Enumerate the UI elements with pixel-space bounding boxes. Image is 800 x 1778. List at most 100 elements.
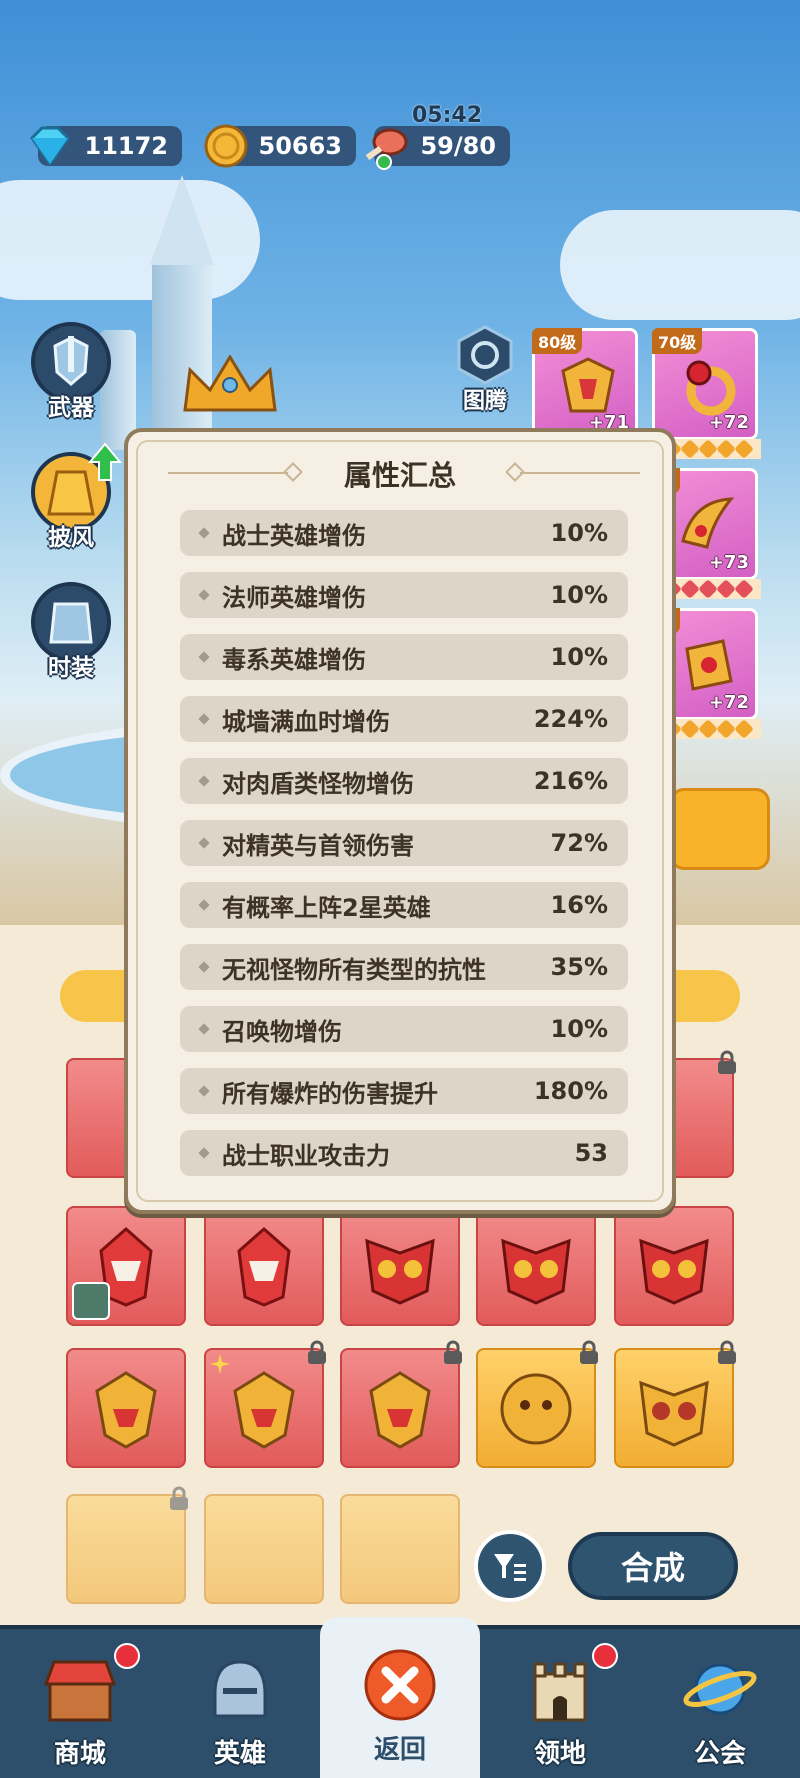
attribute-name: 对肉盾类怪物增伤 [222, 769, 414, 798]
nav-guild[interactable]: 公会 [640, 1629, 800, 1778]
bullet-icon [198, 713, 210, 725]
filter-button[interactable] [474, 1530, 546, 1602]
attribute-summary-dialog: 属性汇总 战士英雄增伤 10% 法师英雄增伤 10% 毒系英雄增伤 10% 城墙满血时… [124, 428, 676, 1214]
attribute-name: 战士职业攻击力 [222, 1141, 390, 1170]
owl-mask-icon [639, 1238, 709, 1305]
attribute-value: 10% [550, 643, 608, 671]
relic-tile[interactable] [340, 1340, 462, 1468]
attribute-name: 法师英雄增伤 [222, 583, 366, 612]
equipment-card[interactable]: 70级 +72 [652, 328, 761, 459]
attribute-value: 72% [550, 829, 608, 857]
relic-tile[interactable] [340, 1494, 460, 1604]
lion-mask-icon [500, 1373, 572, 1445]
attribute-name: 有概率上阵2星英雄 [222, 893, 431, 922]
relic-tile[interactable] [340, 1206, 460, 1326]
filter-icon [494, 1554, 526, 1581]
helmet-icon [198, 1647, 282, 1731]
relic-tile[interactable] [476, 1340, 598, 1468]
relic-tile[interactable] [66, 1348, 186, 1468]
cloud [0, 180, 260, 300]
cloud [560, 210, 800, 320]
attribute-value: 224% [533, 705, 608, 733]
attribute-row: 战士英雄增伤 10% [180, 510, 628, 556]
horn-icon [681, 497, 735, 549]
diamond-counter: 11172 [30, 126, 182, 167]
attribute-row: 毒系英雄增伤 10% [180, 634, 628, 680]
nav-heroes[interactable]: 英雄 [160, 1629, 320, 1778]
relic-tile[interactable] [204, 1494, 324, 1604]
side-button-costume[interactable]: 时装 [26, 582, 116, 682]
close-icon [358, 1643, 442, 1727]
relic-tile[interactable] [614, 1206, 734, 1326]
relic-tile[interactable] [476, 1206, 596, 1326]
merge-button[interactable]: 合成 [568, 1532, 738, 1600]
star-icon [210, 1354, 230, 1374]
side-button-label: 武器 [48, 395, 94, 421]
attribute-value: 53 [574, 1139, 608, 1167]
diamond-icon [30, 126, 70, 167]
nav-label: 商城 [53, 1739, 106, 1769]
dragon-mask-icon [233, 1371, 295, 1449]
relic-tile[interactable] [66, 1206, 186, 1326]
attribute-value: 216% [533, 767, 608, 795]
bottom-nav: 商城 英雄 返回 领地 公会 [0, 1617, 800, 1778]
owl-mask-icon [501, 1238, 571, 1305]
phoenix-mask-icon [237, 1227, 291, 1307]
relic-tile[interactable] [66, 1486, 188, 1604]
notification-badge [592, 1643, 618, 1669]
lock-icon [718, 1340, 736, 1364]
equipment-plus: +72 [708, 412, 749, 433]
owl-mask-icon [365, 1238, 435, 1305]
bullet-icon [198, 651, 210, 663]
relic-tile[interactable] [614, 1340, 736, 1468]
bullet-icon [198, 961, 210, 973]
dragon-mask-icon [95, 1371, 157, 1449]
relic-tile[interactable] [204, 1206, 324, 1326]
attribute-row: 召唤物增伤 10% [180, 1006, 628, 1052]
side-button-cloak[interactable]: 披风 [26, 442, 122, 552]
nav-label: 返回 [373, 1735, 426, 1765]
lock-icon [170, 1486, 188, 1510]
equipment-card[interactable]: 80级 +71 [532, 328, 638, 440]
nav-shop[interactable]: 商城 [0, 1629, 160, 1778]
attribute-name: 毒系英雄增伤 [222, 645, 366, 674]
attribute-name: 召唤物增伤 [222, 1017, 342, 1046]
planet-icon [678, 1647, 762, 1731]
coin-count: 50663 [258, 132, 343, 160]
coin-counter: 50663 [204, 124, 356, 168]
nav-territory[interactable]: 领地 [480, 1629, 640, 1778]
bullet-icon [198, 899, 210, 911]
stamina-counter[interactable]: 59/80 [365, 126, 510, 170]
shop-icon [38, 1647, 122, 1731]
equip-action-button[interactable] [670, 788, 770, 870]
dragon-mask-icon [369, 1371, 431, 1449]
bullet-icon [198, 1023, 210, 1035]
attribute-value: 10% [550, 519, 608, 547]
lock-icon [718, 1050, 736, 1074]
side-button-label: 披风 [48, 525, 94, 551]
attribute-row: 法师英雄增伤 10% [180, 572, 628, 618]
attribute-name: 战士英雄增伤 [222, 521, 366, 550]
lock-icon [444, 1340, 462, 1364]
hero-avatar [72, 1282, 110, 1320]
nav-back[interactable]: 返回 [320, 1617, 480, 1778]
dialog-title: 属性汇总 [343, 459, 456, 492]
attribute-value: 180% [533, 1077, 608, 1105]
totem-button[interactable]: 图腾 [452, 325, 518, 415]
side-button-label: 时装 [48, 655, 94, 681]
meat-icon [365, 128, 408, 170]
ring-icon [686, 360, 736, 416]
lock-icon [580, 1340, 598, 1364]
attribute-name: 城墙满血时增伤 [222, 707, 390, 736]
attribute-row: 对肉盾类怪物增伤 216% [180, 758, 628, 804]
bullet-icon [198, 527, 210, 539]
nav-label: 领地 [533, 1739, 586, 1769]
attribute-value: 16% [550, 891, 608, 919]
relic-tile[interactable] [204, 1340, 326, 1468]
attribute-row: 所有爆炸的伤害提升 180% [180, 1068, 628, 1114]
attribute-row: 城墙满血时增伤 224% [180, 696, 628, 742]
side-button-weapon[interactable]: 武器 [26, 322, 116, 422]
attribute-value: 10% [550, 581, 608, 609]
bullet-icon [198, 775, 210, 787]
owl-mask-icon [639, 1380, 709, 1447]
